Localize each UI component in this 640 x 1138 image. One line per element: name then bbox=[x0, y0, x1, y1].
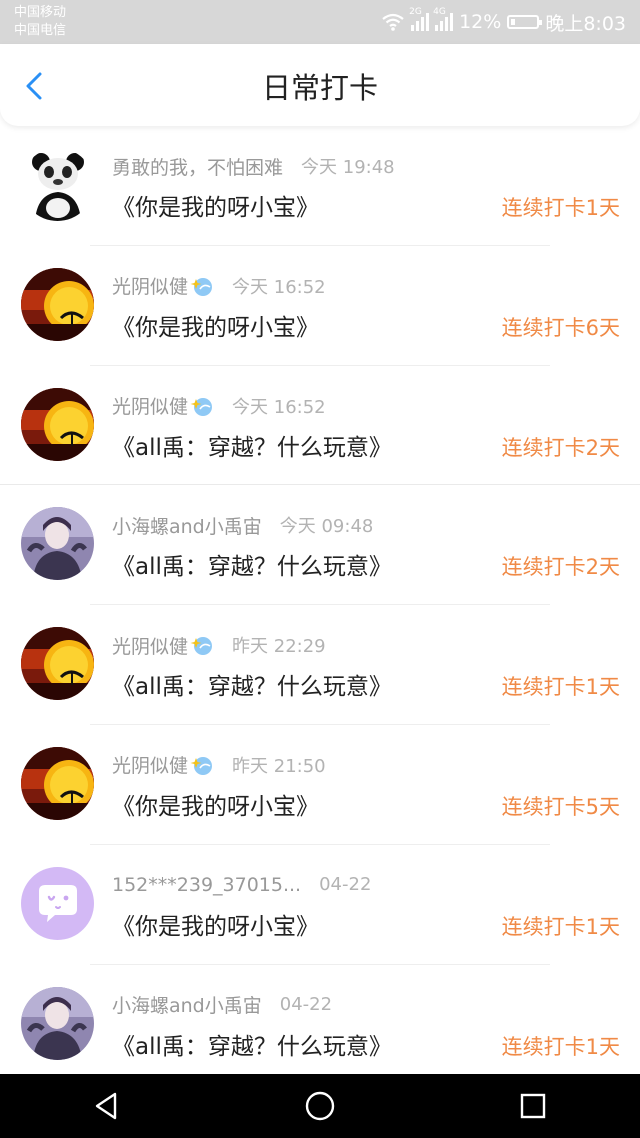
square-recents-icon bbox=[521, 1093, 546, 1119]
streak-label: 连续打卡6天 bbox=[501, 315, 620, 340]
user-name[interactable]: 小海螺and小禹宙 bbox=[112, 512, 262, 539]
checkin-time: 今天 09:48 bbox=[279, 516, 374, 538]
status-bar: 中国移动 中国电信 2G 4G 12% 晚上8:03 bbox=[0, 0, 640, 44]
streak-label: 连续打卡1天 bbox=[501, 914, 620, 939]
book-title[interactable]: 《all禹：穿越？什么玩意》 bbox=[112, 428, 392, 462]
checkin-time: 今天 16:52 bbox=[232, 396, 326, 418]
name-line: 光阴似健 昨天 22:29 bbox=[112, 632, 326, 659]
name-line: 小海螺and小禹宙 04-22 bbox=[112, 993, 332, 1017]
triangle-back-icon bbox=[95, 1092, 116, 1120]
book-title[interactable]: 《你是我的呀小宝》 bbox=[112, 787, 319, 821]
name-line: 152***239_37015... 04-22 bbox=[112, 873, 371, 897]
user-name[interactable]: 光阴似健 bbox=[112, 272, 188, 299]
name-line: 勇敢的我，不怕困难 今天 19:48 bbox=[112, 153, 395, 180]
carrier-info: 中国移动 中国电信 bbox=[14, 4, 66, 40]
signal-1-icon: 2G bbox=[409, 7, 430, 31]
net-type-1: 2G bbox=[409, 7, 422, 17]
nav-back-button[interactable] bbox=[87, 1086, 127, 1126]
name-line: 光阴似健 昨天 21:50 bbox=[112, 753, 326, 777]
nav-recents-button[interactable] bbox=[513, 1086, 553, 1126]
sparkle-badge-icon bbox=[190, 756, 213, 775]
panda-avatar[interactable] bbox=[21, 148, 94, 221]
user-name[interactable]: 152***239_37015... bbox=[112, 874, 301, 896]
book-title[interactable]: 《你是我的呀小宝》 bbox=[112, 907, 319, 941]
checkin-list: 勇敢的我，不怕困难 今天 19:48 《你是我的呀小宝》 连续打卡1天 光阴似健 今天 1… bbox=[0, 126, 640, 1085]
streak-label: 连续打卡2天 bbox=[501, 555, 620, 580]
checkin-time: 昨天 22:29 bbox=[232, 636, 326, 658]
sparkle-badge-icon bbox=[190, 397, 213, 416]
checkin-time: 昨天 21:50 bbox=[232, 755, 326, 777]
sunset-avatar[interactable] bbox=[21, 627, 94, 701]
sunset-avatar[interactable] bbox=[21, 267, 94, 341]
signal-2-icon: 4G bbox=[433, 7, 454, 31]
name-line: 光阴似健 今天 16:52 bbox=[112, 394, 326, 418]
streak-label: 连续打卡1天 bbox=[501, 196, 620, 220]
user-name[interactable]: 勇敢的我，不怕困难 bbox=[112, 153, 283, 180]
user-name[interactable]: 光阴似健 bbox=[112, 751, 188, 778]
clock: 晚上8:03 bbox=[545, 12, 626, 35]
streak-label: 连续打卡1天 bbox=[501, 675, 620, 700]
sunset-avatar[interactable] bbox=[21, 746, 94, 820]
checkin-time: 今天 19:48 bbox=[301, 157, 395, 178]
nav-home-button[interactable] bbox=[300, 1086, 340, 1126]
checkin-row[interactable]: 勇敢的我，不怕困难 今天 19:48 《你是我的呀小宝》 连续打卡1天 bbox=[0, 126, 640, 246]
default-chat-avatar[interactable] bbox=[21, 866, 94, 940]
streak-label: 连续打卡1天 bbox=[501, 1034, 620, 1059]
book-title[interactable]: 《你是我的呀小宝》 bbox=[112, 188, 319, 222]
streak-label: 连续打卡5天 bbox=[501, 794, 620, 819]
checkin-row[interactable]: 光阴似健 昨天 22:29 《all禹：穿越？什么玩意》 连续打卡1天 bbox=[0, 605, 640, 725]
user-name[interactable]: 光阴似健 bbox=[112, 632, 188, 659]
system-nav-bar bbox=[0, 1074, 640, 1138]
status-icons: 2G 4G 12% 晚上8:03 bbox=[381, 7, 626, 36]
sparkle-badge-icon bbox=[190, 277, 213, 296]
app-header: 日常打卡 bbox=[0, 44, 640, 126]
page-title: 日常打卡 bbox=[261, 71, 378, 105]
streak-label: 连续打卡2天 bbox=[501, 435, 620, 460]
checkin-row[interactable]: 光阴似健 今天 16:52 《all禹：穿越？什么玩意》 连续打卡2天 bbox=[0, 366, 640, 486]
checkin-time: 04-22 bbox=[319, 874, 372, 896]
book-title[interactable]: 《all禹：穿越？什么玩意》 bbox=[112, 547, 392, 581]
battery-icon bbox=[507, 15, 543, 29]
checkin-row[interactable]: 小海螺and小禹宙 04-22 《all禹：穿越？什么玩意》 连续打卡1天 bbox=[0, 965, 640, 1085]
screen: 中国移动 中国电信 2G 4G 12% 晚上8:03 日常打卡 勇敢的我，不怕困… bbox=[0, 0, 640, 1138]
book-title[interactable]: 《all禹：穿越？什么玩意》 bbox=[112, 667, 392, 701]
name-line: 光阴似健 今天 16:52 bbox=[112, 274, 326, 298]
person-avatar[interactable] bbox=[21, 986, 94, 1060]
book-title[interactable]: 《你是我的呀小宝》 bbox=[112, 308, 319, 342]
checkin-row[interactable]: 光阴似健 今天 16:52 《你是我的呀小宝》 连续打卡6天 bbox=[0, 246, 640, 366]
checkin-row[interactable]: 光阴似健 昨天 21:50 《你是我的呀小宝》 连续打卡5天 bbox=[0, 725, 640, 845]
checkin-row[interactable]: 小海螺and小禹宙 今天 09:48 《all禹：穿越？什么玩意》 连续打卡2天 bbox=[0, 485, 640, 606]
checkin-time: 04-22 bbox=[279, 994, 333, 1016]
battery-percent: 12% bbox=[459, 11, 502, 33]
net-type-2: 4G bbox=[433, 7, 446, 17]
name-line: 小海螺and小禹宙 今天 09:48 bbox=[112, 512, 374, 539]
carrier-2: 中国电信 bbox=[14, 23, 67, 38]
sparkle-badge-icon bbox=[190, 637, 213, 656]
user-name[interactable]: 小海螺and小禹宙 bbox=[112, 991, 262, 1018]
checkin-row[interactable]: 152***239_37015... 04-22 《你是我的呀小宝》 连续打卡1天 bbox=[0, 845, 640, 965]
wifi-icon bbox=[382, 13, 404, 31]
book-title[interactable]: 《all禹：穿越？什么玩意》 bbox=[112, 1027, 392, 1061]
sunset-avatar[interactable] bbox=[21, 387, 94, 461]
person-avatar[interactable] bbox=[21, 507, 94, 581]
checkin-time: 今天 16:52 bbox=[232, 276, 326, 298]
carrier-1: 中国移动 bbox=[14, 5, 67, 20]
user-name[interactable]: 光阴似健 bbox=[112, 392, 188, 419]
circle-home-icon bbox=[305, 1091, 335, 1121]
